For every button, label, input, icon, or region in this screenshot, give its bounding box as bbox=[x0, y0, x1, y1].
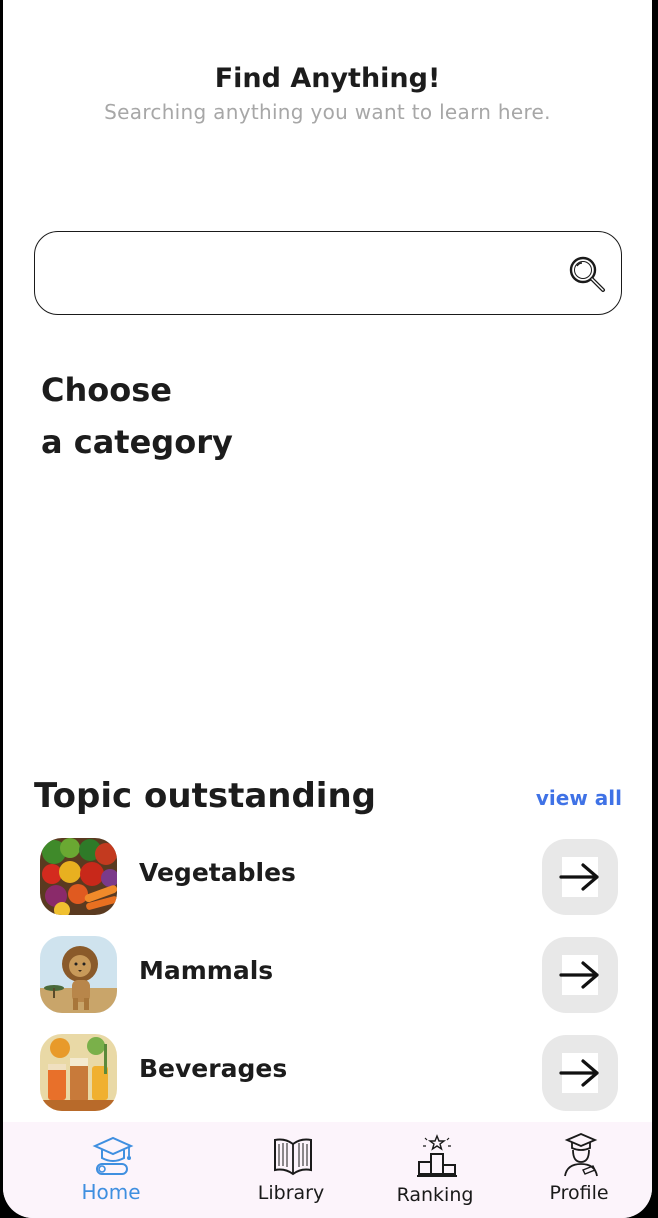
open-book-icon bbox=[274, 1138, 312, 1176]
topic-row-beverages[interactable]: Beverages bbox=[40, 1034, 618, 1112]
open-beverages-button[interactable] bbox=[542, 1035, 618, 1111]
tab-home[interactable]: Home bbox=[51, 1122, 171, 1218]
open-mammals-button[interactable] bbox=[542, 937, 618, 1013]
tab-label: Ranking bbox=[396, 1184, 474, 1206]
graduate-person-icon bbox=[564, 1133, 598, 1177]
topic-name: Mammals bbox=[139, 956, 274, 985]
topic-section-title: Topic outstanding bbox=[34, 776, 377, 816]
tab-ranking[interactable]: Ranking bbox=[375, 1122, 495, 1218]
search-icon[interactable] bbox=[567, 254, 607, 294]
topic-row-vegetables[interactable]: Vegetables bbox=[40, 838, 618, 916]
bottom-tab-bar: Home Library Ranking Profile bbox=[3, 1122, 652, 1218]
tab-library[interactable]: Library bbox=[231, 1122, 351, 1218]
page-header: Find Anything! Searching anything you wa… bbox=[3, 60, 652, 124]
tab-profile[interactable]: Profile bbox=[519, 1122, 639, 1218]
category-heading-line2: a category bbox=[41, 423, 233, 461]
tab-label: Home bbox=[81, 1180, 141, 1204]
mammals-image bbox=[40, 936, 117, 1013]
vegetables-image bbox=[40, 838, 117, 915]
page-title: Find Anything! bbox=[214, 63, 441, 94]
view-all-link[interactable]: view all bbox=[536, 786, 622, 810]
arrow-right-icon bbox=[559, 1059, 599, 1087]
beverages-image bbox=[40, 1034, 117, 1111]
page-subtitle: Searching anything you want to learn her… bbox=[104, 100, 551, 124]
topic-row-mammals[interactable]: Mammals bbox=[40, 936, 618, 1014]
screen: Find Anything! Searching anything you wa… bbox=[3, 0, 652, 1218]
open-vegetables-button[interactable] bbox=[542, 839, 618, 915]
topic-name: Beverages bbox=[139, 1054, 288, 1083]
category-heading: Choose a category bbox=[41, 364, 233, 468]
graduation-cap-icon bbox=[92, 1136, 134, 1175]
topic-name: Vegetables bbox=[139, 858, 296, 887]
search-input[interactable] bbox=[53, 250, 553, 296]
arrow-right-icon bbox=[559, 961, 599, 989]
search-box[interactable] bbox=[34, 231, 622, 315]
category-heading-line1: Choose bbox=[41, 371, 172, 409]
tab-label: Profile bbox=[549, 1182, 609, 1204]
tab-label: Library bbox=[257, 1182, 325, 1204]
arrow-right-icon bbox=[559, 863, 599, 891]
podium-icon bbox=[417, 1134, 457, 1177]
